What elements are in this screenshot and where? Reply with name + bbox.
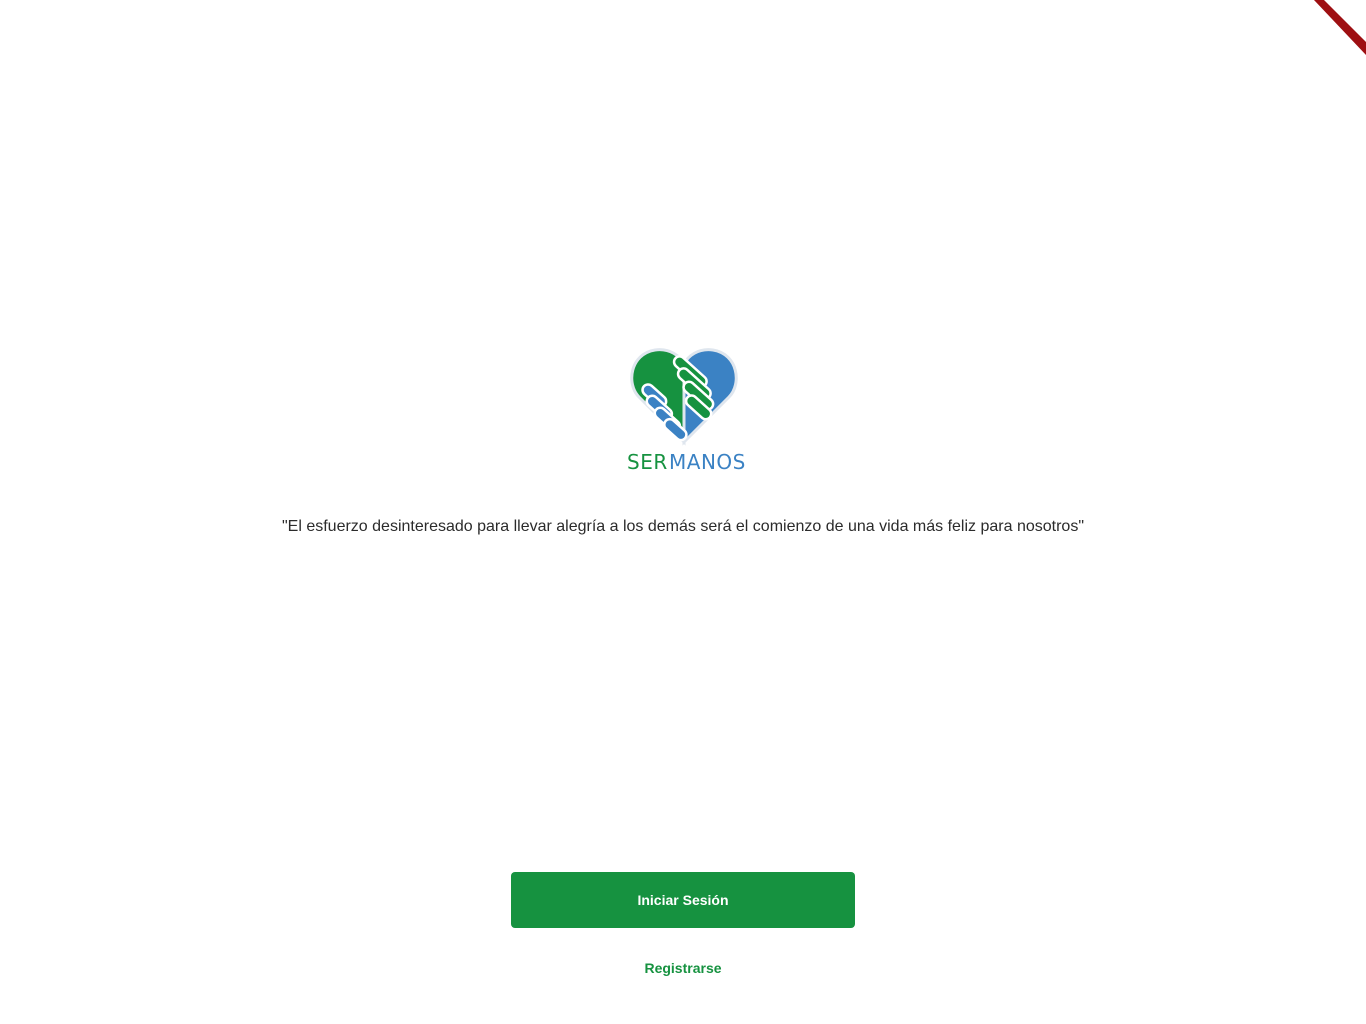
heart-handshake-icon: SER MANOS bbox=[627, 348, 746, 474]
login-button[interactable]: Iniciar Sesión bbox=[511, 872, 855, 928]
logo-text-manos: MANOS bbox=[669, 450, 746, 474]
register-link[interactable]: Registrarse bbox=[583, 952, 783, 984]
logo-text-ser: SER bbox=[627, 450, 668, 474]
welcome-screen: SER MANOS "El esfuerzo desinteresado par… bbox=[0, 0, 1366, 1024]
ser-manos-logo: SER MANOS bbox=[622, 342, 752, 476]
motivational-quote: "El esfuerzo desinteresado para llevar a… bbox=[281, 518, 1084, 535]
debug-banner-icon bbox=[1314, 0, 1366, 55]
